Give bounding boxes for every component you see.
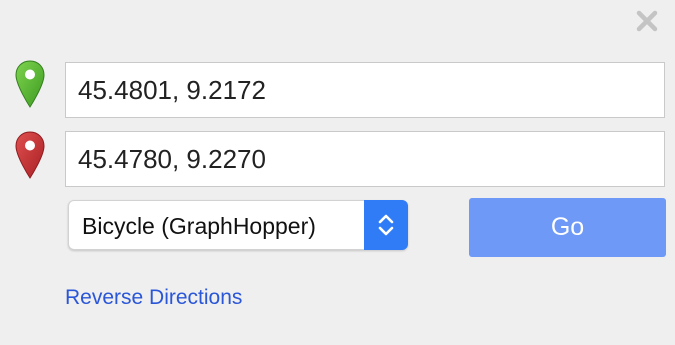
reverse-directions-link[interactable]: Reverse Directions [65, 286, 242, 310]
travel-mode-select[interactable]: Bicycle (GraphHopper) [68, 200, 408, 250]
select-stepper[interactable] [364, 200, 408, 250]
start-marker [15, 60, 45, 108]
travel-mode-label: Bicycle (GraphHopper) [82, 213, 316, 239]
green-map-pin-icon [15, 60, 45, 108]
end-marker [15, 131, 45, 179]
go-button[interactable]: Go [469, 198, 666, 257]
red-map-pin-icon [15, 131, 45, 179]
to-input[interactable] [65, 131, 665, 187]
close-icon[interactable] [634, 8, 660, 34]
chevron-up-down-icon [378, 214, 394, 236]
close-button[interactable] [634, 8, 660, 34]
from-input[interactable] [65, 62, 665, 118]
